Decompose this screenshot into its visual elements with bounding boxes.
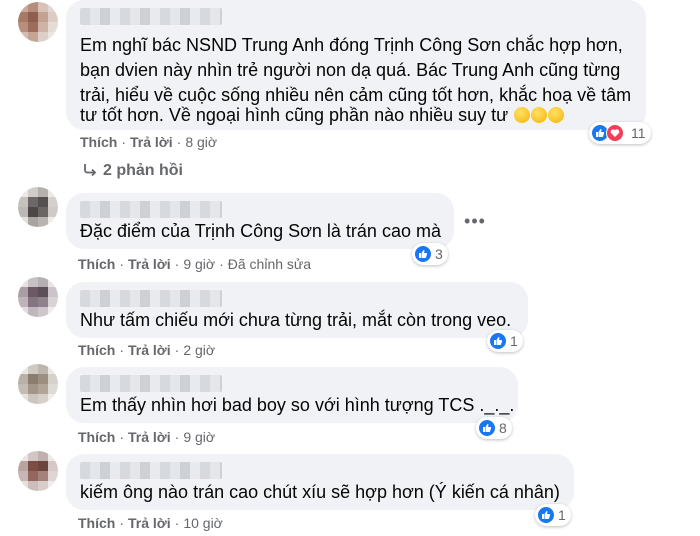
comment-bubble: Em thấy nhìn hơi bad boy so với hình tượ…: [66, 367, 518, 423]
avatar[interactable]: [18, 2, 58, 42]
comment-actions: Thích · Trả lời · 9 giờ: [78, 429, 216, 445]
reaction-summary[interactable]: 3: [412, 243, 448, 265]
reply-button[interactable]: Trả lời: [128, 515, 171, 531]
author-name-redacted[interactable]: [80, 290, 222, 307]
reaction-summary[interactable]: 1: [487, 330, 523, 352]
timestamp[interactable]: 9 giờ: [183, 256, 215, 272]
comment-actions: Thích · Trả lời · 8 giờ: [80, 134, 218, 150]
avatar[interactable]: [18, 364, 58, 404]
avatar[interactable]: [18, 451, 58, 491]
comment-bubble: Như tấm chiếu mới chưa từng trải, mắt cò…: [66, 282, 528, 338]
view-replies-link[interactable]: 2 phản hồi: [82, 162, 183, 180]
more-options-icon[interactable]: •••: [460, 206, 490, 236]
reaction-count: 1: [510, 333, 518, 349]
reply-arrow-icon: [84, 164, 97, 177]
reaction-count: 8: [499, 420, 507, 436]
author-name-redacted[interactable]: [80, 201, 222, 218]
timestamp[interactable]: 8 giờ: [185, 134, 217, 150]
like-reaction-icon: [489, 332, 507, 350]
comment-actions: Thích · Trả lời · 2 giờ: [78, 342, 216, 358]
comment-text: Em thấy nhìn hơi bad boy so với hình tượ…: [80, 395, 515, 415]
love-reaction-icon: [606, 124, 624, 142]
thinking-face-icon: [531, 107, 548, 123]
comment-bubble: kiếm ông nào trán cao chút xíu sẽ hợp hơ…: [66, 454, 574, 510]
reaction-summary[interactable]: 11: [589, 122, 651, 144]
comment-actions: Thích · Trả lời · 9 giờ · Đã chỉnh sửa: [78, 256, 312, 272]
thinking-face-icon: [514, 107, 531, 123]
timestamp[interactable]: 2 giờ: [183, 342, 215, 358]
comment-line-last: tư tốt hơn. Về ngoại hình cũng phần nào …: [80, 103, 565, 128]
timestamp[interactable]: 9 giờ: [183, 429, 215, 445]
comment-text: kiếm ông nào trán cao chút xíu sẽ hợp hơ…: [80, 482, 560, 502]
like-button[interactable]: Thích: [78, 342, 115, 358]
reply-button[interactable]: Trả lời: [128, 256, 171, 272]
reply-button[interactable]: Trả lời: [128, 429, 171, 445]
comment-actions: Thích · Trả lời · 10 giờ: [78, 515, 223, 531]
like-button[interactable]: Thích: [78, 515, 115, 531]
edited-label: Đã chỉnh sửa: [227, 256, 312, 272]
reply-button[interactable]: Trả lời: [130, 134, 173, 150]
reply-button[interactable]: Trả lời: [128, 342, 171, 358]
avatar[interactable]: [18, 187, 58, 227]
like-reaction-icon: [414, 245, 432, 263]
like-reaction-icon: [537, 506, 555, 524]
comment-bubble: Đặc điểm của Trịnh Công Sơn là trán cao …: [66, 193, 454, 249]
timestamp[interactable]: 10 giờ: [183, 515, 223, 531]
like-reaction-icon: [478, 419, 496, 437]
comment-line: bạn dvien này nhìn trẻ người non dạ quá.…: [80, 60, 621, 80]
like-button[interactable]: Thích: [78, 429, 115, 445]
thinking-face-icon: [548, 107, 565, 123]
comment-line: tư tốt hơn. Về ngoại hình cũng phần nào …: [80, 105, 509, 125]
comment-text: Đặc điểm của Trịnh Công Sơn là trán cao …: [80, 221, 441, 241]
author-name-redacted[interactable]: [80, 375, 222, 392]
like-button[interactable]: Thích: [78, 256, 115, 272]
comment-bubble: Em nghĩ bác NSND Trung Anh đóng Trịnh Cô…: [66, 0, 646, 130]
author-name-redacted[interactable]: [80, 8, 222, 25]
like-button[interactable]: Thích: [80, 134, 117, 150]
reaction-count: 11: [631, 125, 646, 141]
comment-text: Như tấm chiếu mới chưa từng trải, mắt cò…: [80, 310, 512, 330]
replies-count: 2 phản hồi: [103, 162, 183, 179]
comment-line: Em nghĩ bác NSND Trung Anh đóng Trịnh Cô…: [80, 35, 623, 55]
reaction-count: 3: [435, 246, 443, 262]
author-name-redacted[interactable]: [80, 462, 222, 479]
reaction-summary[interactable]: 1: [535, 504, 571, 526]
reaction-count: 1: [558, 507, 566, 523]
reaction-summary[interactable]: 8: [476, 417, 512, 439]
avatar[interactable]: [18, 277, 58, 317]
